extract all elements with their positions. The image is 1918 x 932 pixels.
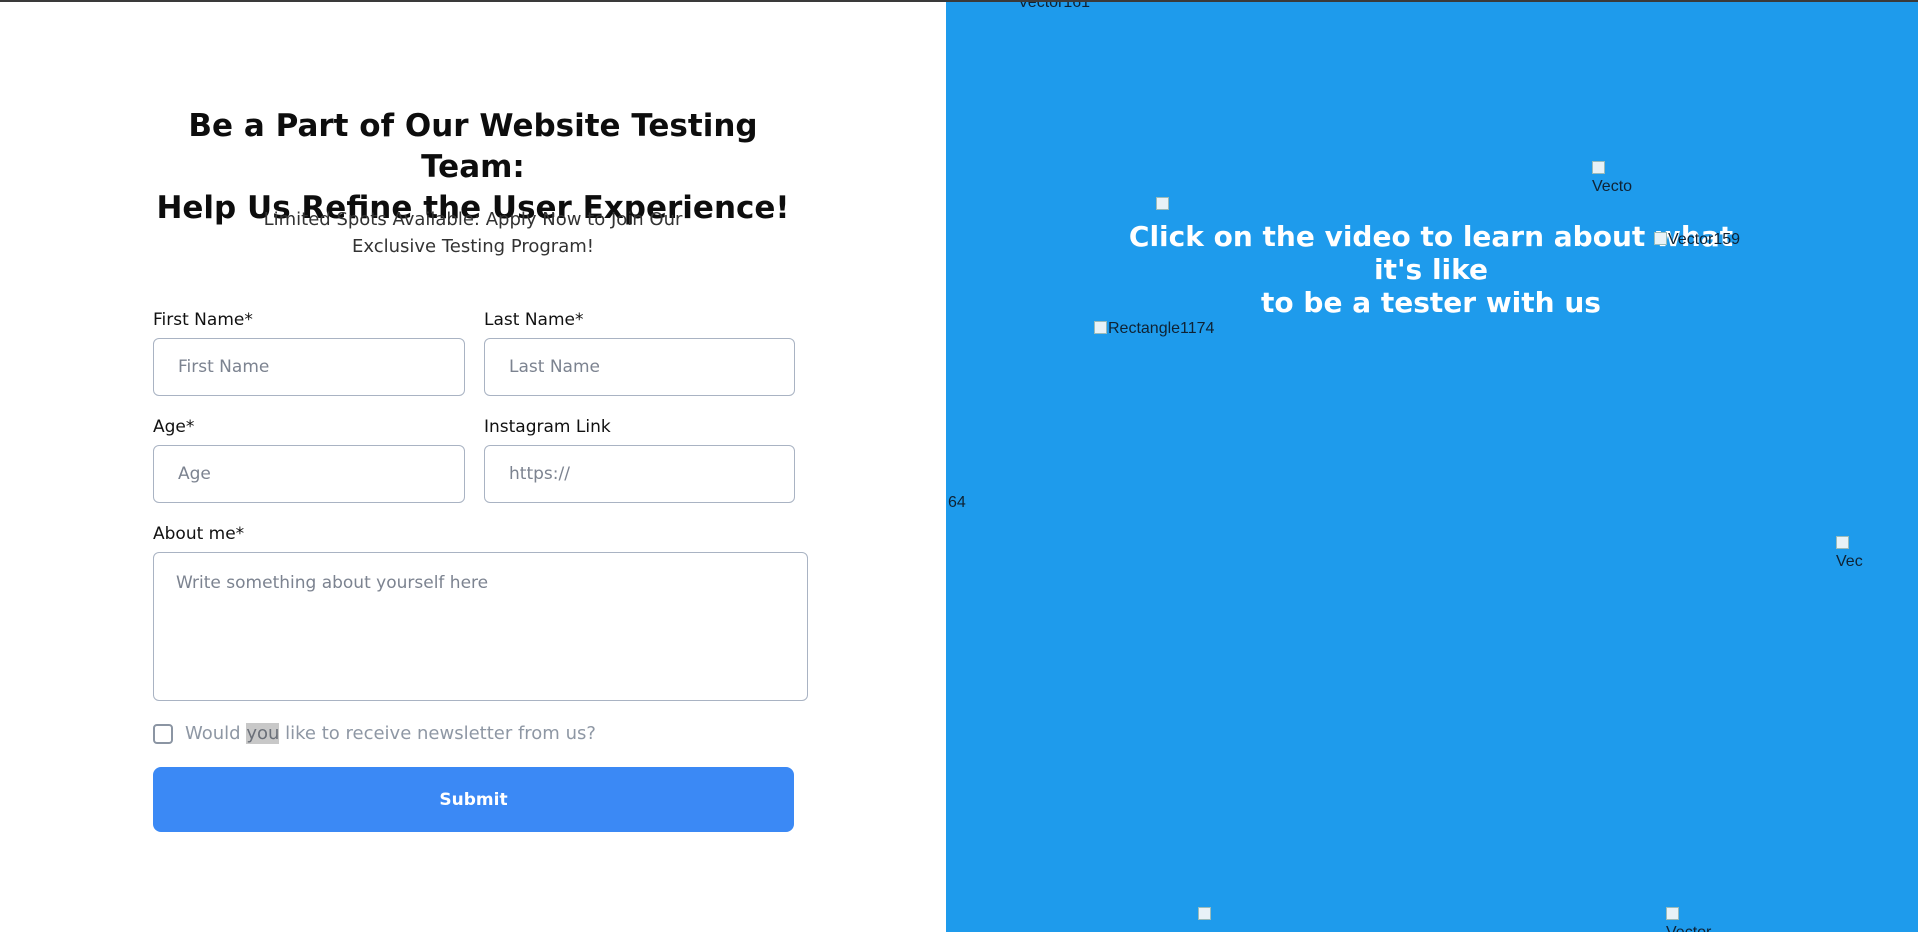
newsletter-label[interactable]: Would you like to receive newsletter fro…	[185, 723, 596, 744]
signup-form-panel: Be a Part of Our Website Testing Team: H…	[0, 2, 946, 932]
broken-image-icon	[1836, 536, 1849, 549]
about-label: About me*	[153, 524, 245, 544]
instagram-label: Instagram Link	[484, 417, 611, 437]
about-textarea[interactable]	[153, 552, 808, 701]
broken-image-bottom	[1198, 906, 1212, 924]
first-name-label: First Name*	[153, 310, 253, 330]
age-label: Age*	[153, 417, 195, 437]
submit-button[interactable]: Submit	[153, 767, 794, 832]
video-thumbnail[interactable]: Rectangle1174	[1094, 320, 1214, 338]
broken-image-icon	[1198, 907, 1211, 920]
broken-image-icon	[1156, 197, 1169, 210]
broken-image-icon	[1094, 321, 1107, 334]
last-name-input[interactable]	[484, 338, 795, 396]
instagram-input[interactable]	[484, 445, 795, 503]
broken-image-icon	[1666, 907, 1679, 920]
broken-image-vector161: Vector161	[1018, 2, 1091, 11]
newsletter-label-after: like to receive newsletter from us?	[279, 723, 596, 744]
last-name-label: Last Name*	[484, 310, 584, 330]
broken-image-vec: Vec	[1836, 535, 1863, 571]
broken-image-small	[1156, 196, 1170, 214]
age-input[interactable]	[153, 445, 465, 503]
broken-image-vector159: Vector159	[1654, 231, 1740, 249]
broken-image-icon	[1654, 232, 1667, 245]
stray-number: 64	[948, 494, 966, 511]
broken-image-vector: Vector	[1666, 906, 1711, 932]
newsletter-checkbox[interactable]	[153, 724, 173, 744]
newsletter-label-before: Would	[185, 723, 247, 744]
broken-image-vecto: Vecto	[1592, 160, 1632, 196]
video-panel[interactable]: Vector161 Vecto Click on the video to le…	[946, 2, 1918, 932]
newsletter-label-highlight: you	[246, 723, 280, 744]
broken-image-icon	[1592, 161, 1605, 174]
form-subtitle: Limited Spots Available: Apply Now to Jo…	[263, 209, 683, 257]
first-name-input[interactable]	[153, 338, 465, 396]
